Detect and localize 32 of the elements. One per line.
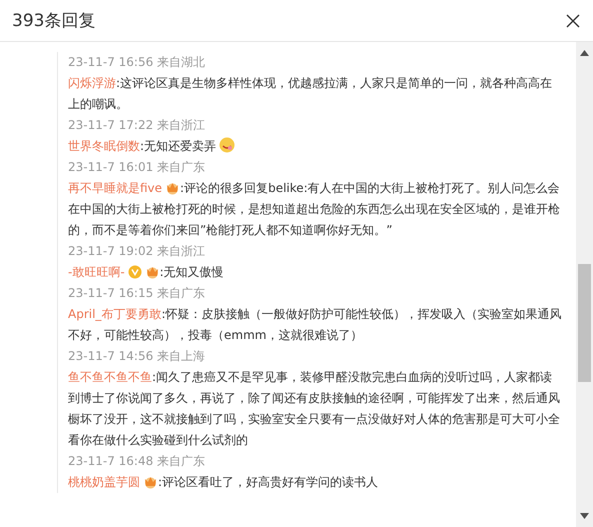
- reply-text: 桃桃奶盖芋圆 :评论区看吐了，好高贵好有学问的读书人: [68, 474, 380, 491]
- reply-text: -敢旺旺啊- :无知又傲慢: [68, 264, 225, 281]
- smiley-emoji-icon: [219, 137, 236, 153]
- comment-time: 23-11-7 14:56 来自上海: [68, 348, 206, 365]
- crown-badge-icon: [144, 265, 160, 279]
- crown-badge-icon: [143, 475, 158, 489]
- scrollbar[interactable]: [576, 42, 593, 527]
- reply-text: 鱼不鱼不鱼不鱼:闻久了患癌又不是罕见事，装修甲醛没散完患白血病的没听过吗，人家都读到博士了你说闻了多久，再说了，除了闻还有皮肤接触的途径啊，可能挥发了出来，然后通风橱坏了没开，这不就接触到了吗，实验室安全只要有一点没做好对人体的危害那是可大可小全看你在做什么实验碰到什么试剂的: [68, 369, 561, 449]
- comment-time: 23-11-7 16:15 来自广东: [68, 285, 206, 302]
- dialog-title: 393条回复: [12, 10, 96, 32]
- crown-badge-icon: [165, 181, 180, 195]
- reply-text: April_布丁要勇敢:怀疑：皮肤接触（一般做好防护可能性较低），挥发吸入（实验室如果通风不好，可能性较高），投毒（emmm，这就很难说了）: [68, 306, 562, 344]
- user-name-link[interactable]: 桃桃奶盖芋圆: [68, 475, 140, 489]
- comment-time: 23-11-7 17:22 来自浙江: [68, 117, 206, 134]
- user-name-link[interactable]: 再不早睡就是five: [68, 181, 162, 195]
- scroll-thumb[interactable]: [578, 264, 591, 382]
- close-icon[interactable]: [565, 12, 581, 28]
- user-name-link[interactable]: -敢旺旺啊-: [68, 265, 125, 279]
- reply-text: 闪烁浮游:这评论区真是生物多样性体现，优越感拉满，人家只是简单的一问，就各种高高在上的嘲讽。: [68, 75, 554, 113]
- comment-time: 23-11-7 16:01 来自广东: [68, 159, 206, 176]
- comment-time: 23-11-7 16:56 来自湖北: [68, 54, 206, 71]
- scroll-down-icon[interactable]: [580, 513, 589, 519]
- user-name-link[interactable]: 闪烁浮游: [68, 76, 116, 90]
- user-name-link[interactable]: 鱼不鱼不鱼不鱼: [68, 370, 152, 384]
- user-name-link[interactable]: April_布丁要勇敢: [68, 307, 162, 321]
- reply-text: 世界冬眠倒数:无知还爱卖弄: [68, 136, 564, 157]
- comment-time: 23-11-7 19:02 来自浙江: [68, 243, 206, 260]
- user-name-link[interactable]: 世界冬眠倒数: [68, 139, 140, 153]
- verified-badge-icon: [128, 265, 142, 279]
- comment-time: 23-11-7 16:48 来自广东: [68, 453, 206, 470]
- scroll-up-icon[interactable]: [580, 50, 589, 56]
- reply-text: 再不早睡就是five :评论的很多回复belike:有人在中国的大街上被枪打死了。别人问怎么会在中国的大街上被枪打死的时候，是想知道超出危险的东西怎么出现在安全区域的，是谁开枪的，而不是等着你们来回”枪能打死人都不知道啊你好无知。”: [68, 180, 561, 239]
